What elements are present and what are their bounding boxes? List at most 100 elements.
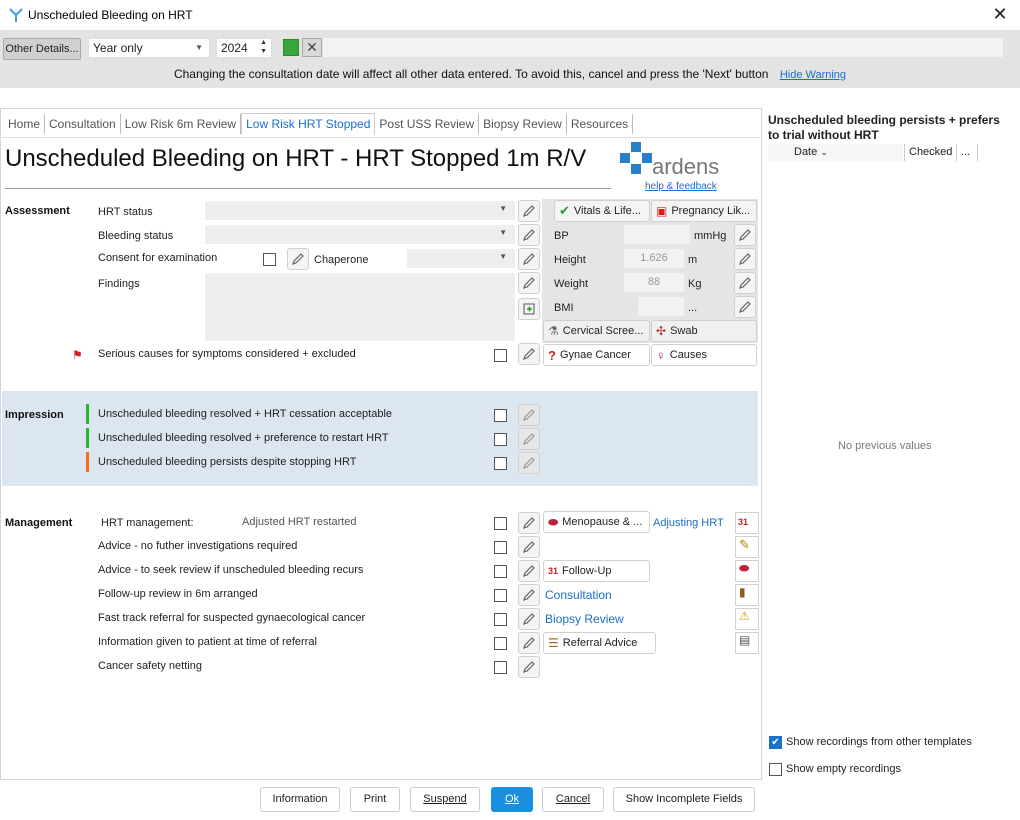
bmi-unit: ... — [688, 302, 698, 314]
column-header-checked[interactable]: Checked — [904, 144, 956, 161]
clear-date-icon[interactable]: ✕ — [302, 38, 322, 57]
management-checkbox[interactable] — [494, 637, 507, 650]
year-value: 2024 — [221, 41, 248, 55]
causes-button[interactable]: ♀ Causes — [651, 344, 757, 366]
impression-checkbox[interactable] — [494, 409, 507, 422]
date-text-field[interactable] — [323, 38, 1003, 57]
cervical-screening-button[interactable]: ⚗ Cervical Scree... — [543, 320, 650, 342]
pencil-icon[interactable] — [734, 248, 756, 270]
tab-home[interactable]: Home — [4, 114, 46, 134]
show-incomplete-button[interactable]: Show Incomplete Fields — [613, 787, 755, 812]
pregnancy-button[interactable]: ▣ Pregnancy Lik... — [651, 200, 757, 222]
follow-up-button[interactable]: 31 Follow-Up — [543, 560, 650, 582]
tab-post-uss-review[interactable]: Post USS Review — [375, 114, 480, 134]
adjusting-hrt-link[interactable]: Adjusting HRT — [653, 517, 724, 529]
chaperone-select[interactable]: ▼ — [407, 249, 515, 268]
menopause-button[interactable]: ⬬ Menopause & ... — [543, 511, 650, 533]
add-note-icon[interactable] — [518, 298, 540, 320]
pencil-icon[interactable] — [518, 584, 540, 606]
pencil-icon[interactable] — [734, 272, 756, 294]
show-empty-checkbox[interactable] — [769, 763, 782, 776]
tab-resources[interactable]: Resources — [567, 114, 634, 134]
hide-warning-link[interactable]: Hide Warning — [780, 69, 846, 81]
pencil-icon[interactable] — [518, 272, 540, 294]
management-checkbox[interactable] — [494, 589, 507, 602]
year-stepper[interactable]: 2024 ▲ ▼ — [216, 38, 272, 58]
pencil-icon[interactable] — [518, 224, 540, 246]
impression-checkbox[interactable] — [494, 433, 507, 446]
tab-biopsy-review[interactable]: Biopsy Review — [479, 114, 567, 134]
referral-advice-button[interactable]: ☰ Referral Advice — [543, 632, 656, 654]
swab-button[interactable]: ✣ Swab — [651, 320, 757, 342]
calendar-icon[interactable]: 31 — [735, 512, 759, 534]
ok-button[interactable]: Ok — [491, 787, 533, 812]
column-header-date[interactable]: Date ⌄ — [768, 144, 903, 161]
notepad-icon[interactable]: ✎ — [735, 536, 759, 558]
information-button[interactable]: Information — [260, 787, 340, 812]
management-item: Cancer safety netting — [98, 660, 202, 672]
consent-checkbox[interactable] — [263, 253, 276, 266]
height-input[interactable]: 1.626 — [624, 249, 684, 268]
pencil-icon[interactable] — [287, 248, 309, 270]
pencil-icon[interactable] — [518, 656, 540, 678]
swab-button-label: Swab — [670, 325, 698, 337]
impression-checkbox[interactable] — [494, 457, 507, 470]
pencil-icon[interactable] — [518, 452, 540, 474]
cancel-button[interactable]: Cancel — [542, 787, 604, 812]
vitals-button[interactable]: ✔ Vitals & Life... — [554, 200, 650, 222]
date-mode-select[interactable]: Year only ▼ — [88, 38, 210, 58]
check-icon: ✔ — [559, 203, 570, 218]
help-feedback-link[interactable]: help & feedback — [645, 181, 717, 192]
management-item: Fast track referral for suspected gynaec… — [98, 612, 366, 624]
bleeding-status-select[interactable]: ▼ — [205, 225, 515, 244]
gynae-cancer-button[interactable]: ? Gynae Cancer — [543, 344, 650, 366]
pencil-icon[interactable] — [518, 512, 540, 534]
pencil-icon[interactable] — [518, 608, 540, 630]
pencil-icon[interactable] — [518, 428, 540, 450]
hrt-status-select[interactable]: ▼ — [205, 201, 515, 220]
print-list-icon[interactable]: ▤ — [735, 632, 759, 654]
pencil-icon[interactable] — [518, 248, 540, 270]
pencil-icon[interactable] — [518, 632, 540, 654]
column-header-more[interactable]: ... — [956, 144, 978, 161]
warning-text: Changing the consultation date will affe… — [173, 67, 769, 81]
stepper-arrows-icon[interactable]: ▲ ▼ — [260, 38, 267, 56]
swab-icon: ✣ — [656, 324, 667, 338]
weight-input[interactable]: 88 — [624, 273, 684, 292]
ardens-logo-text: ardens — [652, 154, 720, 179]
close-icon[interactable]: ✕ — [990, 5, 1010, 25]
tab-low-risk-hrt-stopped[interactable]: Low Risk HRT Stopped — [241, 113, 376, 135]
management-checkbox[interactable] — [494, 541, 507, 554]
pill-icon[interactable]: ⬬ — [735, 560, 759, 582]
management-item: Advice - to seek review if unscheduled b… — [98, 564, 364, 576]
pencil-icon[interactable] — [518, 536, 540, 558]
print-button[interactable]: Print — [350, 787, 400, 812]
consultation-link[interactable]: Consultation — [545, 588, 612, 602]
serious-causes-checkbox[interactable] — [494, 349, 507, 362]
management-checkbox[interactable] — [494, 517, 507, 530]
tab-low-risk-6m-review[interactable]: Low Risk 6m Review — [121, 114, 242, 134]
pencil-icon[interactable] — [734, 224, 756, 246]
pencil-icon[interactable] — [734, 296, 756, 318]
pencil-icon[interactable] — [518, 343, 540, 365]
show-other-checkbox[interactable]: ✔ — [769, 736, 782, 749]
other-details-button[interactable]: Other Details... — [3, 38, 81, 60]
warning-icon[interactable]: ⚠ — [735, 608, 759, 630]
management-checkbox[interactable] — [494, 565, 507, 578]
suspend-button[interactable]: Suspend — [410, 787, 480, 812]
findings-textarea[interactable] — [205, 273, 515, 341]
management-checkbox[interactable] — [494, 613, 507, 626]
bp-unit: mmHg — [694, 230, 727, 242]
chaperone-label: Chaperone — [314, 254, 369, 266]
gynae-button-label: Gynae Cancer — [559, 349, 631, 361]
pencil-icon[interactable] — [518, 560, 540, 582]
bottle-icon[interactable]: ▮ — [735, 584, 759, 606]
pencil-icon[interactable] — [518, 404, 540, 426]
pencil-icon[interactable] — [518, 200, 540, 222]
flag-icon[interactable] — [283, 39, 299, 56]
biopsy-review-link[interactable]: Biopsy Review — [545, 612, 624, 626]
tab-consultation[interactable]: Consultation — [45, 114, 121, 134]
management-checkbox[interactable] — [494, 661, 507, 674]
bmi-input[interactable] — [638, 297, 684, 316]
bp-input[interactable] — [624, 225, 690, 244]
